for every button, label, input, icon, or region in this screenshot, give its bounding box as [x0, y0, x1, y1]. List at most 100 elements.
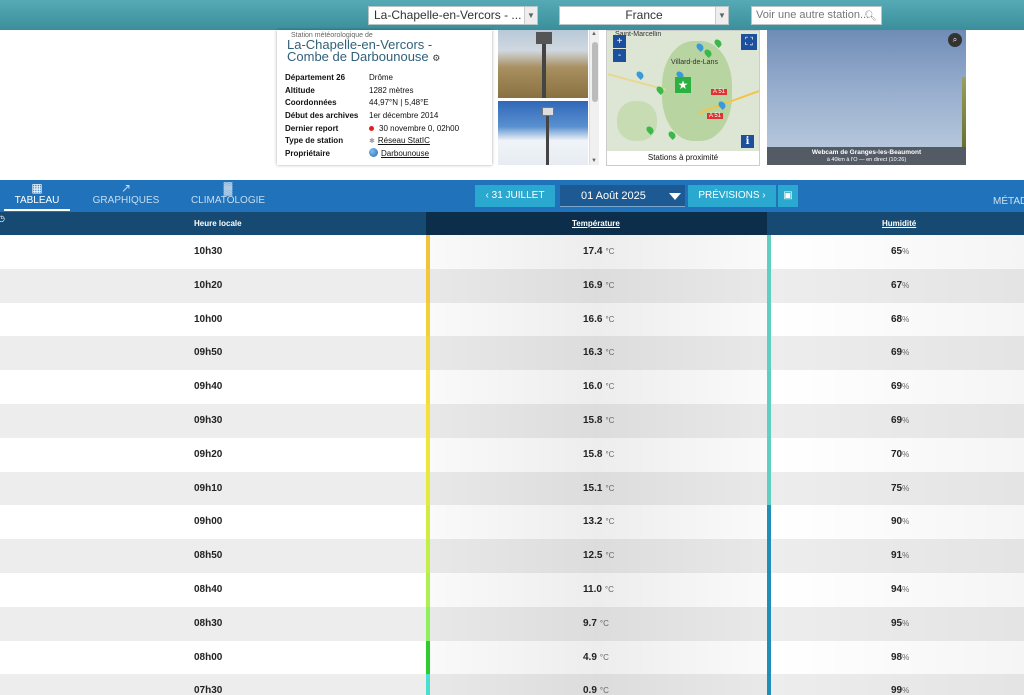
- temperature-color-bar: [426, 302, 430, 337]
- info-key: Altitude: [285, 85, 315, 95]
- fullscreen-icon[interactable]: ⛶: [741, 34, 757, 50]
- humidity-unit: %: [902, 382, 910, 392]
- cell-temperature: 16.9 °C: [583, 269, 614, 303]
- temperature-unit: °C: [599, 686, 609, 695]
- temperature-unit: °C: [605, 483, 615, 493]
- temperature-color-bar: [426, 640, 430, 675]
- map-pin-icon[interactable]: [635, 70, 645, 80]
- scrollbar-thumb[interactable]: [592, 42, 598, 102]
- previous-day-button[interactable]: ‹ 31 JUILLET: [475, 185, 555, 207]
- cell-time: 08h40: [194, 584, 223, 595]
- table-row: 09h50 16.3 °C 69%: [0, 336, 1024, 371]
- current-station-star-icon[interactable]: ★: [675, 77, 691, 93]
- tab-climatologie[interactable]: ▓ CLIMATOLOGIE: [184, 180, 272, 212]
- header-temperature[interactable]: Température: [572, 212, 620, 235]
- temperature-unit: °C: [605, 348, 615, 358]
- station-photo-2[interactable]: [498, 101, 588, 165]
- humidity-color-bar: [767, 404, 771, 438]
- chevron-left-icon: ‹: [485, 190, 489, 201]
- cell-time: 09h20: [194, 448, 223, 460]
- date-select[interactable]: 01 Août 2025: [560, 185, 685, 207]
- temperature-value: 15.8: [583, 415, 603, 426]
- scroll-down-icon[interactable]: ▼: [591, 158, 597, 164]
- humidity-unit: %: [902, 618, 910, 628]
- cell-time: 08h00: [194, 651, 223, 663]
- info-row-departement: Département 26 Drôme: [285, 71, 484, 84]
- cell-humidity: 75%: [891, 472, 909, 506]
- info-value: Darbounouse: [369, 148, 429, 158]
- metadata-tab[interactable]: MÉTAD: [993, 196, 1024, 207]
- caret-down-icon: [669, 193, 681, 200]
- calendar-icon[interactable]: ▣: [778, 185, 798, 207]
- info-value: Drôme: [369, 72, 394, 82]
- info-key: Début des archives: [285, 110, 359, 120]
- temperature-value: 0.9: [583, 685, 597, 695]
- station-mast: [542, 40, 546, 98]
- owner-link[interactable]: Darbounouse: [381, 149, 429, 158]
- table-row: 08h30 9.7 °C 95%: [0, 606, 1024, 641]
- header-humidity[interactable]: Humidité: [882, 212, 916, 235]
- cell-temperature: 13.2 °C: [583, 505, 614, 539]
- photos-scrollbar[interactable]: ▲ ▼: [589, 30, 599, 165]
- temperature-color-bar: [426, 370, 430, 405]
- webcam-caption: Webcam de Granges-les-Beaumont à 40km à …: [767, 147, 966, 165]
- station-search-input[interactable]: Voir une autre station... 🔍︎: [751, 6, 882, 25]
- station-photo-1[interactable]: [498, 30, 588, 98]
- cell-temperature: 16.3 °C: [583, 336, 614, 370]
- header-time: Heure locale: [194, 219, 242, 228]
- cell-temperature: 15.8 °C: [583, 438, 614, 472]
- tab-graphiques[interactable]: ↗ GRAPHIQUES: [84, 180, 168, 212]
- station-type-link[interactable]: Réseau StatIC: [378, 136, 430, 145]
- humidity-value: 70: [891, 448, 903, 460]
- station-info-card: Station météorologique de La-Chapelle-en…: [277, 30, 492, 165]
- gear-icon[interactable]: ⚙: [432, 53, 440, 63]
- scroll-up-icon[interactable]: ▲: [591, 31, 597, 37]
- temperature-color-bar: [426, 674, 430, 695]
- info-value: 30 novembre 0, 02h00: [369, 124, 459, 133]
- chevron-down-icon: ▼: [524, 7, 537, 24]
- country-select[interactable]: France ▼: [559, 6, 729, 25]
- temperature-color-bar: [426, 505, 430, 540]
- network-icon: ✱: [369, 138, 375, 146]
- humidity-color-bar: [767, 573, 771, 607]
- cell-humidity: 70%: [891, 438, 909, 472]
- humidity-unit: %: [902, 686, 910, 695]
- cell-humidity: 99%: [891, 674, 909, 695]
- cell-time: 10h00: [194, 313, 223, 325]
- humidity-color-bar: [767, 505, 771, 540]
- humidity-value: 69: [891, 415, 903, 426]
- cell-time: 10h30: [194, 246, 223, 257]
- cell-temperature: 11.0 °C: [583, 573, 614, 607]
- cell-temperature: 0.9 °C: [583, 674, 609, 695]
- tab-label: TABLEAU: [14, 195, 60, 206]
- webcam-image[interactable]: ⌕ Webcam de Granges-les-Beaumont à 40km …: [767, 30, 966, 165]
- humidity-value: 91: [891, 550, 903, 562]
- cell-humidity: 69%: [891, 404, 909, 438]
- map-caption[interactable]: Stations à proximité: [607, 151, 759, 165]
- cell-humidity: 91%: [891, 539, 909, 573]
- humidity-unit: %: [902, 247, 910, 256]
- table-row: 09h20 15.8 °C 70%: [0, 437, 1024, 472]
- station-select-value: La-Chapelle-en-Vercors - ...: [374, 8, 522, 22]
- humidity-unit: %: [902, 314, 910, 324]
- nearby-stations-map[interactable]: Saint-Marcellin Villard-de-Lans A 51 A 5…: [606, 30, 760, 166]
- humidity-color-bar: [767, 606, 771, 641]
- station-sensor: [542, 107, 554, 116]
- forecast-button[interactable]: PRÉVISIONS ›: [688, 185, 776, 207]
- temperature-value: 15.8: [583, 448, 603, 460]
- zoom-icon[interactable]: ⌕: [948, 33, 962, 47]
- humidity-value: 68: [891, 313, 903, 325]
- tab-tableau[interactable]: ▦ TABLEAU: [0, 180, 74, 212]
- temperature-unit: °C: [599, 618, 609, 628]
- map-info-button[interactable]: i: [741, 135, 754, 148]
- station-select[interactable]: La-Chapelle-en-Vercors - ... ▼: [368, 6, 538, 25]
- map-zoom-in-button[interactable]: +: [613, 35, 626, 48]
- temperature-unit: °C: [605, 551, 615, 561]
- temperature-unit: °C: [605, 517, 615, 527]
- map-zoom-out-button[interactable]: -: [613, 49, 626, 62]
- current-date: 01 Août 2025: [581, 190, 646, 202]
- info-value: 1282 mètres: [369, 85, 414, 95]
- cell-temperature: 15.8 °C: [583, 404, 614, 438]
- cell-time: 08h30: [194, 617, 223, 629]
- temperature-value: 12.5: [583, 550, 603, 562]
